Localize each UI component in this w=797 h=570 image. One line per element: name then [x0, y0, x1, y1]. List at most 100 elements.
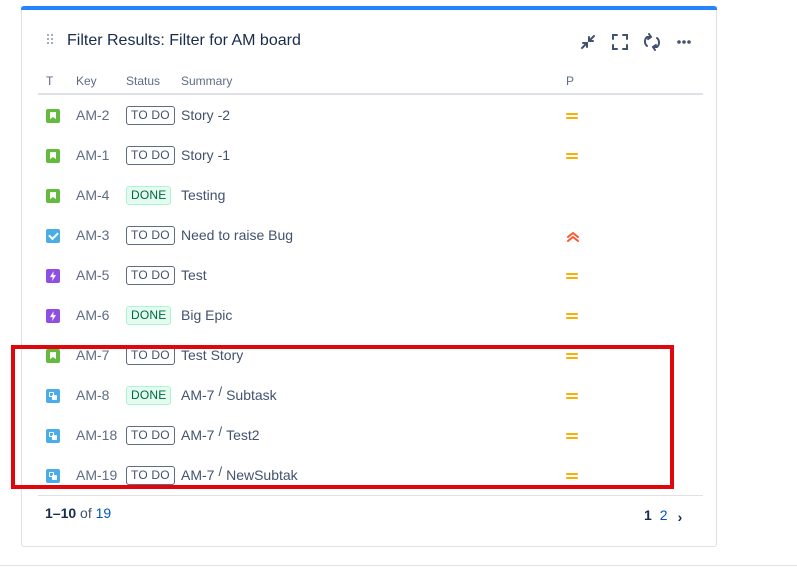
issue-key-link[interactable]: AM-1: [76, 147, 109, 163]
priority-medium-icon: [566, 430, 578, 442]
story-icon: [46, 349, 60, 364]
type-cell: [38, 375, 76, 415]
table-row[interactable]: AM-5 TO DO Test: [38, 255, 703, 295]
status-cell: DONE: [126, 375, 181, 415]
page-2-link[interactable]: 2: [660, 507, 668, 523]
priority-cell: [566, 455, 703, 495]
status-lozenge: TO DO: [126, 105, 175, 125]
page-1-link[interactable]: 1: [644, 507, 652, 523]
summary-cell: Need to raise Bug: [181, 215, 566, 255]
parent-separator: /: [218, 464, 223, 479]
summary-cell: Story -1: [181, 135, 566, 175]
fullscreen-icon[interactable]: [608, 30, 632, 54]
issue-key-link[interactable]: AM-4: [76, 187, 109, 203]
status-cell: TO DO: [126, 135, 181, 175]
summary-cell: AM-7 /NewSubtak: [181, 455, 566, 495]
epic-icon: [46, 269, 60, 284]
page-bottom-divider: [0, 565, 797, 566]
result-count: 1–10 of 19: [45, 505, 111, 521]
table-row[interactable]: AM-8 DONE AM-7 /Subtask: [38, 375, 703, 415]
column-header-status[interactable]: Status: [126, 69, 181, 95]
issue-key-link[interactable]: AM-2: [76, 107, 109, 123]
summary-cell: Story -2: [181, 94, 566, 135]
filter-results-gadget: Filter Results: Filter for AM board T Ke…: [21, 6, 717, 547]
table-row[interactable]: AM-6 DONE Big Epic: [38, 295, 703, 335]
issue-key-link[interactable]: AM-18: [76, 427, 117, 443]
issue-summary-link[interactable]: Test Story: [181, 347, 243, 363]
issue-summary-link[interactable]: NewSubtak: [226, 467, 298, 483]
priority-cell: [566, 215, 703, 255]
status-cell: TO DO: [126, 335, 181, 375]
issue-key-link[interactable]: AM-3: [76, 227, 109, 243]
task-icon: [46, 229, 60, 244]
status-lozenge: TO DO: [126, 465, 175, 485]
priority-medium-icon: [566, 350, 578, 362]
table-row[interactable]: AM-3 TO DO Need to raise Bug: [38, 215, 703, 255]
result-range: 1–10: [45, 505, 77, 521]
type-cell: [38, 455, 76, 495]
status-lozenge: TO DO: [126, 225, 175, 245]
key-cell: AM-3: [76, 215, 126, 255]
issue-summary-link[interactable]: Test: [181, 267, 207, 283]
parent-separator: /: [218, 424, 223, 439]
issue-key-link[interactable]: AM-8: [76, 387, 109, 403]
status-cell: TO DO: [126, 94, 181, 135]
table-row[interactable]: AM-7 TO DO Test Story: [38, 335, 703, 375]
more-icon[interactable]: [672, 30, 696, 54]
issue-summary-link[interactable]: Testing: [181, 187, 225, 203]
priority-cell: [566, 135, 703, 175]
table-row[interactable]: AM-18 TO DO AM-7 /Test2: [38, 415, 703, 455]
issue-summary-link[interactable]: Story -2: [181, 107, 230, 123]
priority-medium-icon: [566, 270, 578, 282]
summary-cell: AM-7 /Subtask: [181, 375, 566, 415]
issue-key-link[interactable]: AM-7: [76, 347, 109, 363]
priority-cell: [566, 175, 703, 215]
table-row[interactable]: AM-4 DONE Testing: [38, 175, 703, 215]
parent-issue-link[interactable]: AM-7: [181, 467, 214, 483]
issue-summary-link[interactable]: Big Epic: [181, 307, 232, 323]
key-cell: AM-7: [76, 335, 126, 375]
column-header-summary[interactable]: Summary: [181, 69, 566, 95]
issue-key-link[interactable]: AM-5: [76, 267, 109, 283]
summary-cell: Testing: [181, 175, 566, 215]
key-cell: AM-1: [76, 135, 126, 175]
table-row[interactable]: AM-2 TO DO Story -2: [38, 94, 703, 135]
priority-medium-icon: [566, 310, 578, 322]
status-lozenge: DONE: [126, 385, 172, 405]
status-lozenge: TO DO: [126, 345, 175, 365]
priority-highest-icon: [566, 230, 579, 243]
type-cell: [38, 135, 76, 175]
results-table: T Key Status Summary P AM-2 TO DO Story -2…: [38, 69, 703, 495]
summary-cell: Test: [181, 255, 566, 295]
result-total[interactable]: 19: [96, 505, 112, 521]
parent-issue-link[interactable]: AM-7: [181, 427, 214, 443]
refresh-icon[interactable]: [640, 30, 664, 54]
table-row[interactable]: AM-1 TO DO Story -1: [38, 135, 703, 175]
column-header-type[interactable]: T: [38, 69, 76, 95]
issue-key-link[interactable]: AM-19: [76, 467, 117, 483]
subtask-icon: [46, 429, 60, 444]
issue-summary-link[interactable]: Test2: [226, 427, 259, 443]
drag-handle-icon[interactable]: [47, 34, 55, 48]
minimize-icon[interactable]: [576, 30, 600, 54]
issue-key-link[interactable]: AM-6: [76, 307, 109, 323]
next-page-icon[interactable]: ›: [678, 509, 683, 525]
issue-summary-link[interactable]: Need to raise Bug: [181, 227, 293, 243]
status-cell: TO DO: [126, 255, 181, 295]
column-header-priority[interactable]: P: [566, 69, 703, 95]
result-of: of: [80, 505, 92, 521]
priority-cell: [566, 295, 703, 335]
type-cell: [38, 255, 76, 295]
story-icon: [46, 149, 60, 164]
parent-issue-link[interactable]: AM-7: [181, 387, 214, 403]
key-cell: AM-2: [76, 94, 126, 135]
issue-summary-link[interactable]: Subtask: [226, 387, 277, 403]
column-header-key[interactable]: Key: [76, 69, 126, 95]
pagination: 1 2 ›: [644, 505, 682, 525]
key-cell: AM-5: [76, 255, 126, 295]
issue-summary-link[interactable]: Story -1: [181, 147, 230, 163]
status-lozenge: TO DO: [126, 425, 175, 445]
subtask-icon: [46, 389, 60, 404]
table-row[interactable]: AM-19 TO DO AM-7 /NewSubtak: [38, 455, 703, 495]
priority-medium-icon: [566, 110, 578, 122]
